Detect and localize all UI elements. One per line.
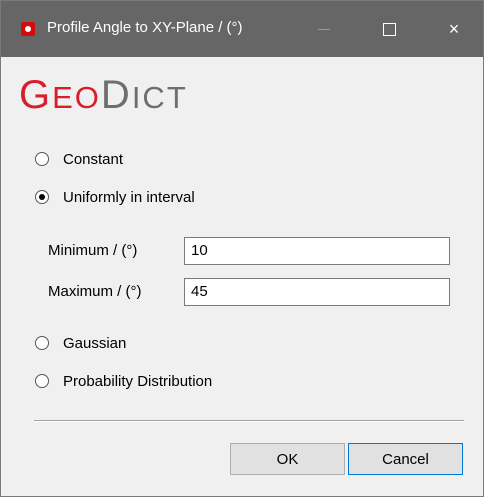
radio-label-gaussian: Gaussian (63, 334, 127, 352)
maximize-button[interactable] (366, 1, 412, 57)
app-icon (21, 22, 35, 36)
title-bar[interactable]: Profile Angle to XY-Plane / (°) × (1, 1, 483, 57)
close-icon: × (448, 18, 460, 39)
minimum-label: Minimum / (°) (48, 242, 138, 259)
radio-label-probability: Probability Distribution (63, 372, 213, 390)
radio-button[interactable] (35, 374, 49, 388)
radio-label-uniform: Uniformly in interval (63, 188, 195, 206)
close-button[interactable]: × (431, 1, 477, 57)
maximum-input[interactable]: 45 (184, 278, 450, 306)
radio-constant[interactable]: Constant (35, 149, 123, 169)
radio-probability-distribution[interactable]: Probability Distribution (35, 371, 212, 391)
geodict-logo: GEODICT (19, 73, 188, 118)
radio-gaussian[interactable]: Gaussian (35, 333, 126, 353)
radio-button[interactable] (35, 152, 49, 166)
minimize-icon (318, 28, 330, 30)
logo-letters-eo: EO (52, 80, 101, 115)
logo-letters-ict: ICT (131, 80, 188, 115)
minimize-button[interactable] (301, 1, 347, 57)
window-title: Profile Angle to XY-Plane / (°) (47, 19, 243, 36)
radio-button[interactable] (35, 336, 49, 350)
dialog-window: Profile Angle to XY-Plane / (°) × GEODIC… (0, 0, 484, 497)
maximum-label: Maximum / (°) (48, 283, 142, 300)
logo-letter-d: D (100, 73, 132, 117)
cancel-button[interactable]: Cancel (348, 443, 463, 475)
maximize-icon (382, 22, 396, 36)
ok-button[interactable]: OK (230, 443, 345, 475)
logo-letter-g: G (19, 73, 53, 117)
radio-label-constant: Constant (63, 150, 124, 168)
minimum-input[interactable]: 10 (184, 237, 450, 265)
divider (34, 420, 464, 422)
radio-button-selected[interactable] (35, 190, 49, 204)
radio-uniformly-in-interval[interactable]: Uniformly in interval (35, 187, 195, 207)
